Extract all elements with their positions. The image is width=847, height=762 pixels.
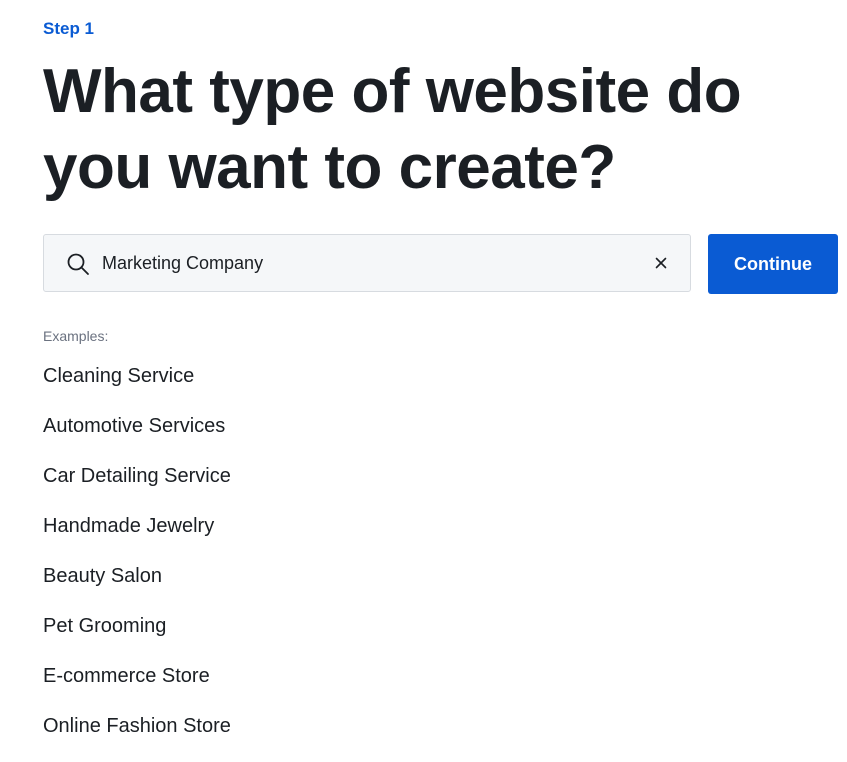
examples-list: Cleaning Service Automotive Services Car… [43,362,231,762]
example-item[interactable]: Beauty Salon [43,562,231,612]
example-item[interactable]: Cleaning Service [43,362,231,412]
search-box[interactable] [43,234,691,292]
example-item[interactable]: E-commerce Store [43,662,231,712]
search-icon [67,253,89,275]
continue-button[interactable]: Continue [708,234,838,294]
example-item[interactable]: Automotive Services [43,412,231,462]
search-input[interactable] [102,235,622,291]
example-item[interactable]: Online Fashion Store [43,712,231,762]
close-icon[interactable] [652,254,670,272]
example-item[interactable]: Handmade Jewelry [43,512,231,562]
example-item[interactable]: Car Detailing Service [43,462,231,512]
example-item[interactable]: Pet Grooming [43,612,231,662]
examples-label: Examples: [43,328,109,344]
step-label: Step 1 [43,19,95,38]
page-title: What type of website do you want to crea… [43,57,742,202]
